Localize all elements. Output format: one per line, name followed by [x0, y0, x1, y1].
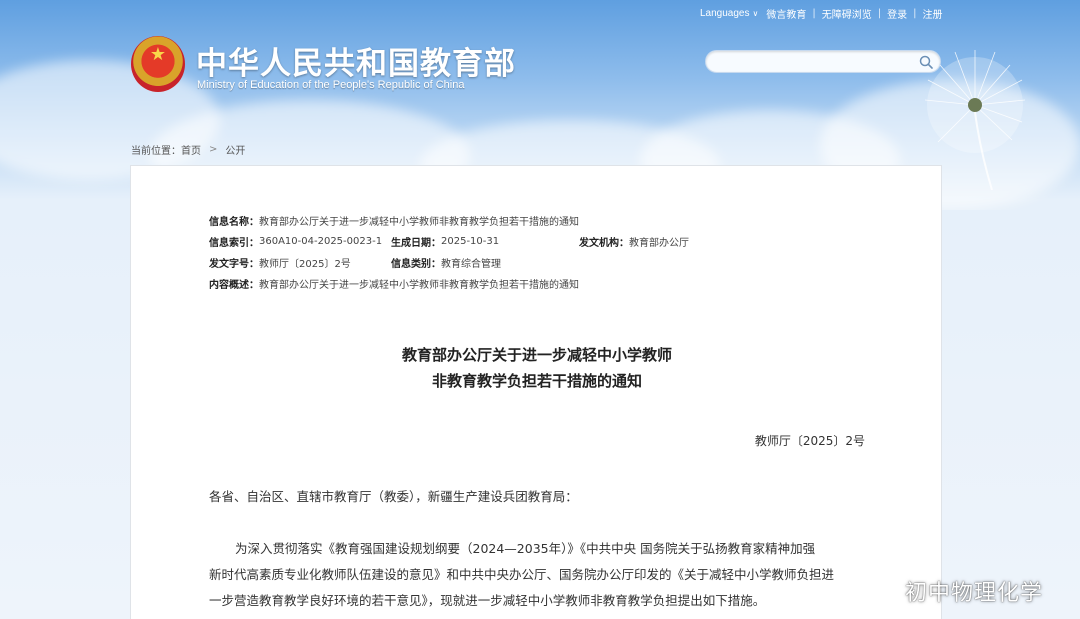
- accessibility-link[interactable]: 无障碍浏览: [822, 6, 872, 21]
- search-input[interactable]: [706, 52, 906, 74]
- meta-key: 发文字号：: [209, 259, 259, 270]
- site-subtitle: Ministry of Education of the People's Re…: [197, 79, 465, 91]
- weibo-link[interactable]: 微言教育: [766, 6, 806, 21]
- meta-value: 教育部办公厅: [629, 238, 689, 249]
- meta-value: 教育部办公厅关于进一步减轻中小学教师非教育教学负担若干措施的通知: [259, 217, 579, 228]
- document-title-line: 教育部办公厅关于进一步减轻中小学教师: [401, 346, 672, 364]
- meta-key: 内容概述：: [209, 280, 259, 291]
- document-greeting: 各省、自治区、直辖市教育厅（教委），新疆生产建设兵团教育局：: [209, 489, 578, 504]
- meta-row-summary: 内容概述： 教育部办公厅关于进一步减轻中小学教师非教育教学负担若干措施的通知: [209, 273, 689, 294]
- content-panel: 信息名称： 教育部办公厅关于进一步减轻中小学教师非教育教学负担若干措施的通知 信…: [130, 165, 942, 619]
- document-title: 教育部办公厅关于进一步减轻中小学教师 非教育教学负担若干措施的通知: [131, 342, 943, 394]
- register-link[interactable]: 注册: [922, 6, 942, 21]
- site-title[interactable]: 中华人民共和国教育部: [196, 38, 516, 83]
- meta-row-name: 信息名称： 教育部办公厅关于进一步减轻中小学教师非教育教学负担若干措施的通知: [209, 210, 689, 231]
- meta-key: 发文机构：: [579, 238, 629, 249]
- meta-value: 2025-10-31: [441, 236, 500, 247]
- breadcrumb-home[interactable]: 首页: [181, 142, 201, 157]
- breadcrumb-label: 当前位置：: [131, 146, 181, 157]
- info-metadata: 信息名称： 教育部办公厅关于进一步减轻中小学教师非教育教学负担若干措施的通知 信…: [209, 210, 689, 294]
- meta-value: 360A10-04-2025-0023-1: [259, 236, 383, 247]
- breadcrumb: 当前位置： 首页 > 公开: [131, 142, 245, 157]
- chevron-right-icon: >: [209, 144, 218, 155]
- chevron-down-icon: ∨: [752, 8, 759, 18]
- document-title-line: 非教育教学负担若干措施的通知: [431, 372, 642, 390]
- divider: |: [812, 7, 816, 19]
- login-link[interactable]: 登录: [887, 6, 907, 21]
- body-line: 为深入贯彻落实《教育强国建设规划纲要（2024—2035年）》《中共中央 国务院…: [235, 541, 816, 556]
- meta-value: 教育综合管理: [441, 259, 501, 270]
- watermark: 初中物理化学: [905, 581, 1044, 606]
- meta-row-docno: 发文字号： 教师厅〔2025〕2号 信息类别： 教育综合管理: [209, 252, 689, 273]
- document-number: 教师厅〔2025〕2号: [754, 434, 865, 448]
- divider: |: [877, 7, 882, 19]
- body-line: 一步营造教育教学良好环境的若干意见》，现就进一步减轻中小学教师非教育教学负担提出…: [209, 593, 766, 608]
- meta-key: 信息类别：: [391, 259, 441, 270]
- body-line: 新时代高素质专业化教师队伍建设的意见》和中共中央办公厅、国务院办公厅印发的《关于…: [209, 567, 835, 582]
- meta-value: 教育部办公厅关于进一步减轻中小学教师非教育教学负担若干措施的通知: [259, 280, 579, 291]
- breadcrumb-current[interactable]: 公开: [225, 142, 245, 157]
- divider: |: [913, 7, 917, 19]
- top-links: Languages ∨ 微言教育 | 无障碍浏览 | 登录 | 注册: [700, 6, 942, 21]
- meta-value: 教师厅〔2025〕2号: [259, 259, 351, 270]
- document-body: 为深入贯彻落实《教育强国建设规划纲要（2024—2035年）》《中共中央 国务院…: [209, 536, 869, 614]
- meta-key: 生成日期：: [391, 238, 441, 249]
- meta-key: 信息索引：: [209, 238, 259, 249]
- national-emblem-icon: [131, 36, 185, 92]
- languages-link[interactable]: Languages: [700, 8, 750, 19]
- meta-key: 信息名称：: [209, 217, 259, 228]
- meta-row-index: 信息索引： 360A10-04-2025-0023-1 生成日期： 2025-1…: [209, 231, 689, 252]
